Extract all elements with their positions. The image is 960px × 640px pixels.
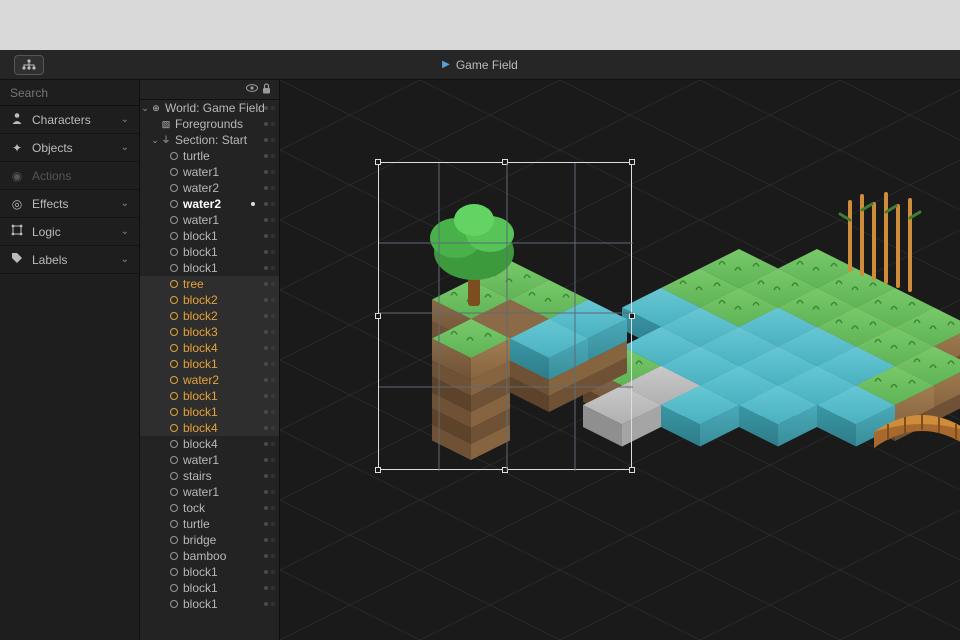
hierarchy-row[interactable]: block1 bbox=[140, 228, 279, 244]
hierarchy-row[interactable]: block2 bbox=[140, 308, 279, 324]
hierarchy-row[interactable]: block2 bbox=[140, 292, 279, 308]
hierarchy-row[interactable]: water2 bbox=[140, 180, 279, 196]
hierarchy-row[interactable]: block1 bbox=[140, 596, 279, 612]
nav-logic[interactable]: Logic ⌄ bbox=[0, 218, 139, 246]
nav-label: Actions bbox=[32, 169, 71, 183]
nav-label: Labels bbox=[32, 253, 67, 267]
actions-icon: ◉ bbox=[10, 169, 24, 183]
hierarchy-row[interactable]: bamboo bbox=[140, 548, 279, 564]
hierarchy-row[interactable]: tock bbox=[140, 500, 279, 516]
hierarchy-row[interactable]: block4 bbox=[140, 420, 279, 436]
hierarchy-panel: ⌄⊕World: Game Field▧Foregrounds⌄⏚Section… bbox=[140, 80, 280, 640]
hierarchy-header bbox=[140, 80, 279, 100]
handle-lm[interactable] bbox=[375, 313, 381, 319]
top-bar: ▶ Game Field bbox=[0, 50, 960, 80]
nav-objects[interactable]: ✦ Objects ⌄ bbox=[0, 134, 139, 162]
hierarchy-row[interactable]: water1 bbox=[140, 164, 279, 180]
hierarchy-row[interactable]: water1 bbox=[140, 452, 279, 468]
nav-actions[interactable]: ◉ Actions bbox=[0, 162, 139, 190]
hierarchy-row[interactable]: tree bbox=[140, 276, 279, 292]
handle-bm[interactable] bbox=[502, 467, 508, 473]
nav-characters[interactable]: Characters ⌄ bbox=[0, 106, 139, 134]
hierarchy-list[interactable]: ⌄⊕World: Game Field▧Foregrounds⌄⏚Section… bbox=[140, 100, 279, 640]
main-body: Characters ⌄ ✦ Objects ⌄ ◉ Actions ◎ Eff… bbox=[0, 80, 960, 640]
hierarchy-row[interactable]: block1 bbox=[140, 244, 279, 260]
effects-icon: ◎ bbox=[10, 197, 24, 211]
hierarchy-icon bbox=[21, 59, 37, 71]
lock-icon[interactable] bbox=[262, 83, 271, 97]
hierarchy-row[interactable]: ⌄⏚Section: Start bbox=[140, 132, 279, 148]
chevron-down-icon: ⌄ bbox=[121, 198, 129, 209]
hierarchy-row[interactable]: block1 bbox=[140, 404, 279, 420]
selection-bounds[interactable] bbox=[378, 162, 632, 470]
hierarchy-row[interactable]: block3 bbox=[140, 324, 279, 340]
hierarchy-row[interactable]: block4 bbox=[140, 340, 279, 356]
app-frame: ▶ Game Field Characters ⌄ ✦ Obje bbox=[0, 50, 960, 640]
hierarchy-row[interactable]: bridge bbox=[140, 532, 279, 548]
hierarchy-row[interactable]: water1 bbox=[140, 212, 279, 228]
hierarchy-row[interactable]: block1 bbox=[140, 260, 279, 276]
handle-tm[interactable] bbox=[502, 159, 508, 165]
handle-tl[interactable] bbox=[375, 159, 381, 165]
objects-icon: ✦ bbox=[10, 141, 24, 155]
hierarchy-row[interactable]: block4 bbox=[140, 436, 279, 452]
hierarchy-row[interactable]: ⌄⊕World: Game Field bbox=[140, 100, 279, 116]
left-nav: Characters ⌄ ✦ Objects ⌄ ◉ Actions ◎ Eff… bbox=[0, 80, 140, 640]
hierarchy-row[interactable]: block1 bbox=[140, 580, 279, 596]
hierarchy-row[interactable]: ▧Foregrounds bbox=[140, 116, 279, 132]
hierarchy-row[interactable]: water2 bbox=[140, 372, 279, 388]
chevron-down-icon: ⌄ bbox=[121, 114, 129, 125]
nav-label: Characters bbox=[32, 113, 91, 127]
nav-label: Objects bbox=[32, 141, 73, 155]
search-row bbox=[0, 80, 139, 106]
hierarchy-row[interactable]: stairs bbox=[140, 468, 279, 484]
hierarchy-row[interactable]: turtle bbox=[140, 148, 279, 164]
tag-icon bbox=[10, 252, 24, 267]
logic-icon bbox=[10, 224, 24, 239]
hierarchy-row[interactable]: water1 bbox=[140, 484, 279, 500]
chevron-down-icon: ⌄ bbox=[121, 226, 129, 237]
canvas-viewport[interactable] bbox=[280, 80, 960, 640]
nav-label: Logic bbox=[32, 225, 61, 239]
nav-label: Effects bbox=[32, 197, 68, 211]
hierarchy-row[interactable]: block1 bbox=[140, 564, 279, 580]
hierarchy-row[interactable]: block1 bbox=[140, 388, 279, 404]
chevron-down-icon: ⌄ bbox=[121, 254, 129, 265]
scene-title: ▶ Game Field bbox=[44, 58, 916, 72]
play-icon: ▶ bbox=[442, 59, 450, 70]
chevron-down-icon: ⌄ bbox=[121, 142, 129, 153]
hierarchy-toggle-button[interactable] bbox=[14, 55, 44, 75]
handle-rm[interactable] bbox=[629, 313, 635, 319]
handle-tr[interactable] bbox=[629, 159, 635, 165]
visibility-icon[interactable] bbox=[246, 83, 258, 96]
hierarchy-row[interactable]: turtle bbox=[140, 516, 279, 532]
nav-labels[interactable]: Labels ⌄ bbox=[0, 246, 139, 274]
nav-effects[interactable]: ◎ Effects ⌄ bbox=[0, 190, 139, 218]
handle-br[interactable] bbox=[629, 467, 635, 473]
handle-bl[interactable] bbox=[375, 467, 381, 473]
hierarchy-row[interactable]: block1 bbox=[140, 356, 279, 372]
hierarchy-row[interactable]: water2 bbox=[140, 196, 279, 212]
scene-title-label: Game Field bbox=[456, 58, 518, 72]
person-icon bbox=[10, 112, 24, 127]
